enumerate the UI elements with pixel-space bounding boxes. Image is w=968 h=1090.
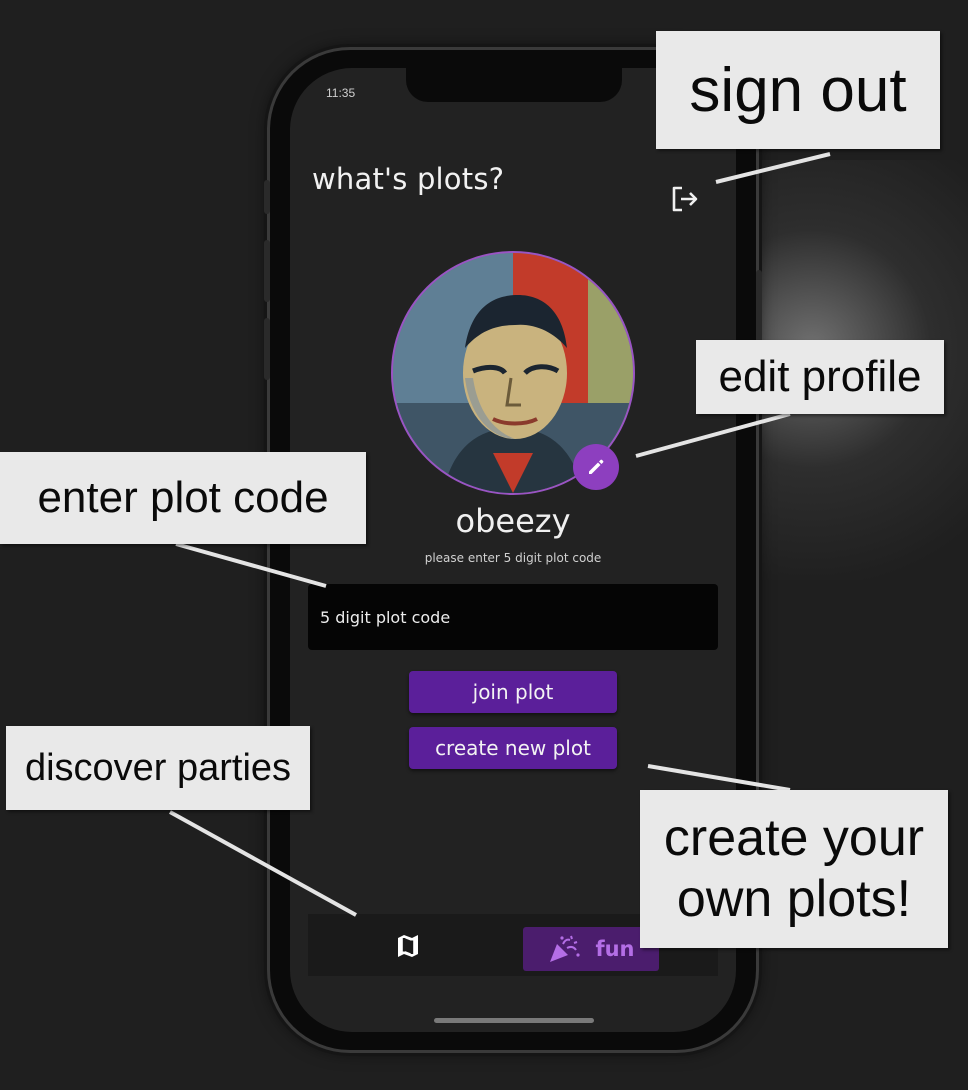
pencil-icon <box>589 459 604 474</box>
phone-volume-up <box>264 240 270 302</box>
tab-map[interactable] <box>394 932 422 960</box>
create-new-plot-button[interactable]: create new plot <box>409 727 617 769</box>
tab-fun[interactable]: fun <box>523 927 659 971</box>
callout-create-your-own-plots: create your own plots! <box>640 790 948 948</box>
phone-volume-down <box>264 318 270 380</box>
tab-fun-label: fun <box>595 937 635 961</box>
callout-discover-parties: discover parties <box>6 726 310 810</box>
home-indicator[interactable] <box>434 1018 594 1023</box>
party-popper-icon <box>550 935 581 962</box>
join-plot-button[interactable]: join plot <box>409 671 617 713</box>
callout-enter-plot-code: enter plot code <box>0 452 366 544</box>
sign-out-icon[interactable] <box>668 182 702 216</box>
status-time: 11:35 <box>326 86 356 100</box>
callout-sign-out: sign out <box>656 31 940 149</box>
edit-profile-button[interactable] <box>573 444 619 490</box>
map-icon <box>398 935 418 957</box>
plot-code-hint: please enter 5 digit plot code <box>424 551 602 565</box>
phone-mute-switch <box>264 180 270 214</box>
callout-edit-profile: edit profile <box>696 340 944 414</box>
app-title: what's plots? <box>312 162 505 196</box>
phone-notch <box>406 68 622 102</box>
plot-code-input[interactable] <box>308 584 718 650</box>
